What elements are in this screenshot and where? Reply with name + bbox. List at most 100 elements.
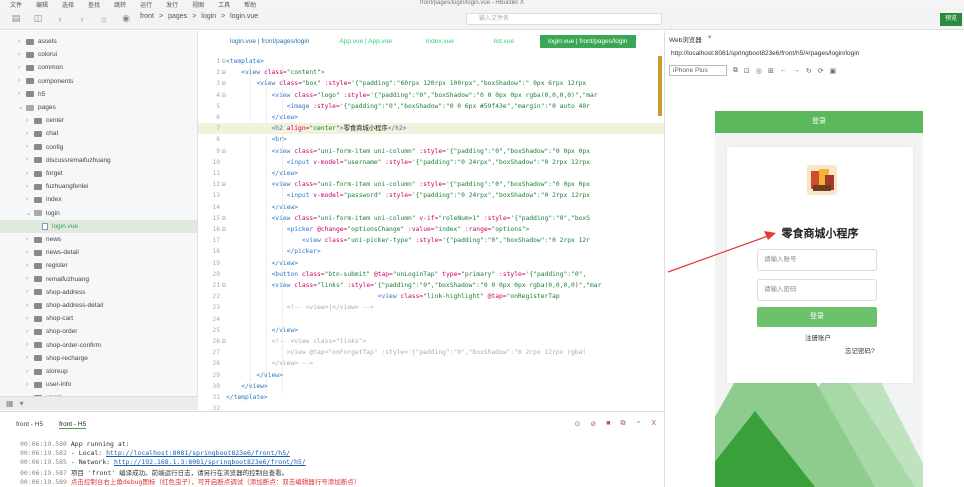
- menu-item[interactable]: 帮助: [244, 0, 256, 9]
- line-number[interactable]: 21: [198, 280, 220, 291]
- line-number[interactable]: 16: [198, 224, 220, 235]
- home-icon[interactable]: ⌂: [98, 13, 110, 25]
- tree-item-shop-address-detail[interactable]: › shop-address-detail: [0, 299, 197, 312]
- code-line[interactable]: 4 ⊟ <view class="logo" :style='{"padding"…: [198, 90, 664, 101]
- debug-icon[interactable]: ⊙: [574, 420, 580, 428]
- tree-item-common[interactable]: › common: [0, 61, 197, 74]
- tree-item-index[interactable]: › index: [0, 193, 197, 206]
- code-line[interactable]: 15 ⊟ <view class="uni-form-item uni-colum…: [198, 213, 664, 224]
- tree-item-config[interactable]: › config: [0, 141, 197, 154]
- console-tab[interactable]: front - H5: [16, 421, 43, 429]
- line-number[interactable]: 11: [198, 168, 220, 179]
- line-number[interactable]: 29: [198, 370, 220, 381]
- line-number[interactable]: 30: [198, 381, 220, 392]
- tree-item-news[interactable]: › news: [0, 233, 197, 246]
- tree-item-forget[interactable]: › forget: [0, 167, 197, 180]
- line-number[interactable]: 17: [198, 235, 220, 246]
- preview-button[interactable]: 预览: [940, 13, 962, 26]
- login-button[interactable]: 登录: [757, 307, 877, 327]
- refresh-icon[interactable]: ⟳: [818, 67, 824, 75]
- line-number[interactable]: 23: [198, 302, 220, 313]
- tree-item-remaifuzhuang[interactable]: › remaifuzhuang: [0, 273, 197, 286]
- tree-item-shop-cart[interactable]: › shop-cart: [0, 312, 197, 325]
- line-number[interactable]: 31: [198, 392, 220, 403]
- square-icon[interactable]: ■: [606, 420, 610, 428]
- menu-items[interactable]: 文件 编辑 选择 查找 跳转 运行 发行 视图 工具 帮助: [10, 0, 256, 9]
- register-link[interactable]: 注册账户: [805, 332, 831, 342]
- forgot-password-link[interactable]: 忘记密码?: [845, 345, 875, 355]
- line-number[interactable]: 19: [198, 258, 220, 269]
- tree-item-fuzhuangfenlei[interactable]: › fuzhuangfenlei: [0, 180, 197, 193]
- code-line[interactable]: 7 <h2 align="center">零食商城小程序</h2>: [198, 123, 664, 135]
- line-number[interactable]: 14: [198, 202, 220, 213]
- console-link[interactable]: http://localhost:8081/springboot823e6/fr…: [106, 449, 290, 457]
- line-number[interactable]: 18: [198, 246, 220, 257]
- tab-0[interactable]: login.vue | front/pages/login: [222, 35, 317, 48]
- tree-item-login-vue[interactable]: login.vue: [0, 219, 197, 233]
- copy-icon[interactable]: ⧉: [620, 420, 625, 428]
- folder-icon[interactable]: ▦: [6, 399, 14, 408]
- breadcrumb-item[interactable]: pages: [168, 13, 187, 20]
- code-line[interactable]: 30 </view>: [198, 381, 664, 392]
- back-icon[interactable]: ←: [780, 67, 787, 74]
- reload-icon[interactable]: ↻: [806, 67, 812, 75]
- code-line[interactable]: 24: [198, 314, 664, 325]
- forward-icon[interactable]: →: [793, 67, 800, 74]
- line-number[interactable]: 3: [198, 78, 220, 89]
- code-line[interactable]: 28 </view> -->: [198, 358, 664, 369]
- close-icon[interactable]: X: [651, 420, 656, 428]
- tab-3[interactable]: list.vue: [486, 35, 522, 48]
- menu-item[interactable]: 跳转: [114, 0, 126, 9]
- code-line[interactable]: 26 ⊟ <!-- <view class="links">: [198, 336, 664, 347]
- url-bar[interactable]: http://localhost:8081/springboot823e6/fr…: [671, 50, 859, 57]
- line-number[interactable]: 2: [198, 67, 220, 78]
- code-line[interactable]: 1 ⊟ <template>: [198, 56, 664, 67]
- code-line[interactable]: 27 <view @tap="onForgetTap" :style='{"pa…: [198, 347, 664, 358]
- code-line[interactable]: 2 ⊟ <view class="content">: [198, 67, 664, 78]
- inspect-icon[interactable]: ◎: [756, 67, 762, 75]
- code-line[interactable]: 10 <input v-model="username" :style='{"p…: [198, 157, 664, 168]
- line-number[interactable]: 8: [198, 134, 220, 145]
- tree-item-assets[interactable]: › assets: [0, 35, 197, 48]
- line-number[interactable]: 15: [198, 213, 220, 224]
- tree-item-register[interactable]: › register: [0, 259, 197, 272]
- line-number[interactable]: 32: [198, 403, 220, 411]
- code-line[interactable]: 12 ⊟ <view class="uni-form-item uni-colum…: [198, 179, 664, 190]
- line-number[interactable]: 26: [198, 336, 220, 347]
- menu-item[interactable]: 编辑: [36, 0, 48, 9]
- tree-item-shop-address[interactable]: › shop-address: [0, 286, 197, 299]
- code-line[interactable]: 5 <image :style='{"padding":"0","boxShad…: [198, 101, 664, 112]
- code-line[interactable]: 20 <button class="btn-submit" @tap="onLo…: [198, 269, 664, 280]
- code-line[interactable]: 31 </template>: [198, 392, 664, 403]
- back-icon[interactable]: ‹: [54, 13, 66, 25]
- tree-item-shop-order-confirm[interactable]: › shop-order-confirm: [0, 339, 197, 352]
- tree-item-storeup[interactable]: › storeup: [0, 365, 197, 378]
- new-file-icon[interactable]: ◫: [32, 13, 44, 25]
- code-editor[interactable]: login.vue | front/pages/login App.vue | A…: [198, 31, 664, 411]
- code-line[interactable]: 14 </view>: [198, 202, 664, 213]
- code-line[interactable]: 16 ⊟ <picker @change="optionsChange" :val…: [198, 224, 664, 235]
- line-number[interactable]: 5: [198, 101, 220, 112]
- menu-item[interactable]: 查找: [88, 0, 100, 9]
- tree-item-h5[interactable]: › h5: [0, 88, 197, 101]
- username-input[interactable]: 请输入账号: [757, 249, 877, 271]
- tree-item-login[interactable]: ⌄ login: [0, 207, 197, 220]
- devtools-icon[interactable]: ⊡: [744, 67, 750, 75]
- device-select[interactable]: iPhone Plus: [669, 65, 727, 76]
- password-input[interactable]: 请输入密码: [757, 279, 877, 301]
- menu-item[interactable]: 选择: [62, 0, 74, 9]
- tree-item-pages[interactable]: ⌄ pages: [0, 101, 197, 114]
- code-line[interactable]: 17 <view class="uni-picker-type" :style=…: [198, 235, 664, 246]
- code-line[interactable]: 3 ⊟ <view class="box" :style='{"padding":…: [198, 78, 664, 89]
- code-line[interactable]: 32: [198, 403, 664, 411]
- sidebar-toggle-icon[interactable]: ▤: [10, 13, 22, 25]
- code-line[interactable]: 18 </picker>: [198, 246, 664, 257]
- line-number[interactable]: 9: [198, 146, 220, 157]
- close-icon[interactable]: ×: [708, 34, 712, 44]
- breadcrumb-item[interactable]: login: [201, 13, 216, 20]
- breadcrumb-item[interactable]: login.vue: [230, 13, 258, 20]
- line-number[interactable]: 24: [198, 314, 220, 325]
- tree-item-discussremaifuzhuang[interactable]: › discussremaifuzhuang: [0, 154, 197, 167]
- browser-tab[interactable]: Web浏览器 ×: [669, 34, 712, 44]
- line-number[interactable]: 12: [198, 179, 220, 190]
